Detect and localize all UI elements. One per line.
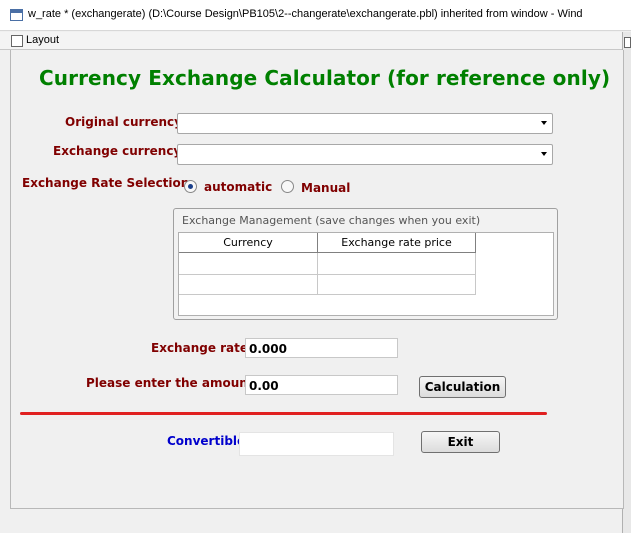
red-divider <box>20 412 547 415</box>
amount-field[interactable]: 0.00 <box>245 375 398 395</box>
exchange-currency-dropdown[interactable] <box>177 144 553 165</box>
radio-manual[interactable] <box>281 180 294 193</box>
convertible-label: Convertible <box>167 434 246 448</box>
radio-automatic-label[interactable]: automatic <box>204 180 272 194</box>
group-title: Exchange Management (save changes when y… <box>182 214 481 227</box>
exchange-currency-label: Exchange currency <box>53 144 182 158</box>
layout-tab[interactable]: Layout <box>26 34 59 46</box>
table-col-divider <box>317 253 318 295</box>
column-header-rate-price[interactable]: Exchange rate price <box>318 233 476 253</box>
column-header-currency[interactable]: Currency <box>179 233 318 253</box>
radio-automatic[interactable] <box>184 180 197 193</box>
layout-icon <box>11 35 23 47</box>
exchange-rate-table[interactable]: Currency Exchange rate price <box>178 232 554 316</box>
original-currency-label: Original currency <box>65 115 182 129</box>
page-title: Currency Exchange Calculator (for refere… <box>39 66 611 90</box>
chevron-down-icon[interactable] <box>541 121 547 125</box>
title-bar: w_rate * (exchangerate) (D:\Course Desig… <box>0 0 631 31</box>
exit-button[interactable]: Exit <box>421 431 500 453</box>
amount-label: Please enter the amount <box>86 376 254 390</box>
convertible-result-field <box>239 432 394 456</box>
window-icon <box>10 9 23 21</box>
calculation-button[interactable]: Calculation <box>419 376 506 398</box>
chevron-down-icon[interactable] <box>541 152 547 156</box>
window-title: w_rate * (exchangerate) (D:\Course Desig… <box>28 8 583 20</box>
table-row-divider <box>179 294 475 295</box>
rate-selection-label: Exchange Rate Selection <box>22 176 190 190</box>
minimize-icon[interactable] <box>624 37 631 48</box>
radio-manual-label[interactable]: Manual <box>301 181 350 195</box>
original-currency-dropdown[interactable] <box>177 113 553 134</box>
table-row-divider <box>179 274 475 275</box>
exchange-rate-field[interactable]: 0.000 <box>245 338 398 358</box>
table-col-divider <box>475 253 476 295</box>
exchange-rate-label: Exchange rate <box>151 341 249 355</box>
layout-bar: Layout <box>0 32 631 50</box>
